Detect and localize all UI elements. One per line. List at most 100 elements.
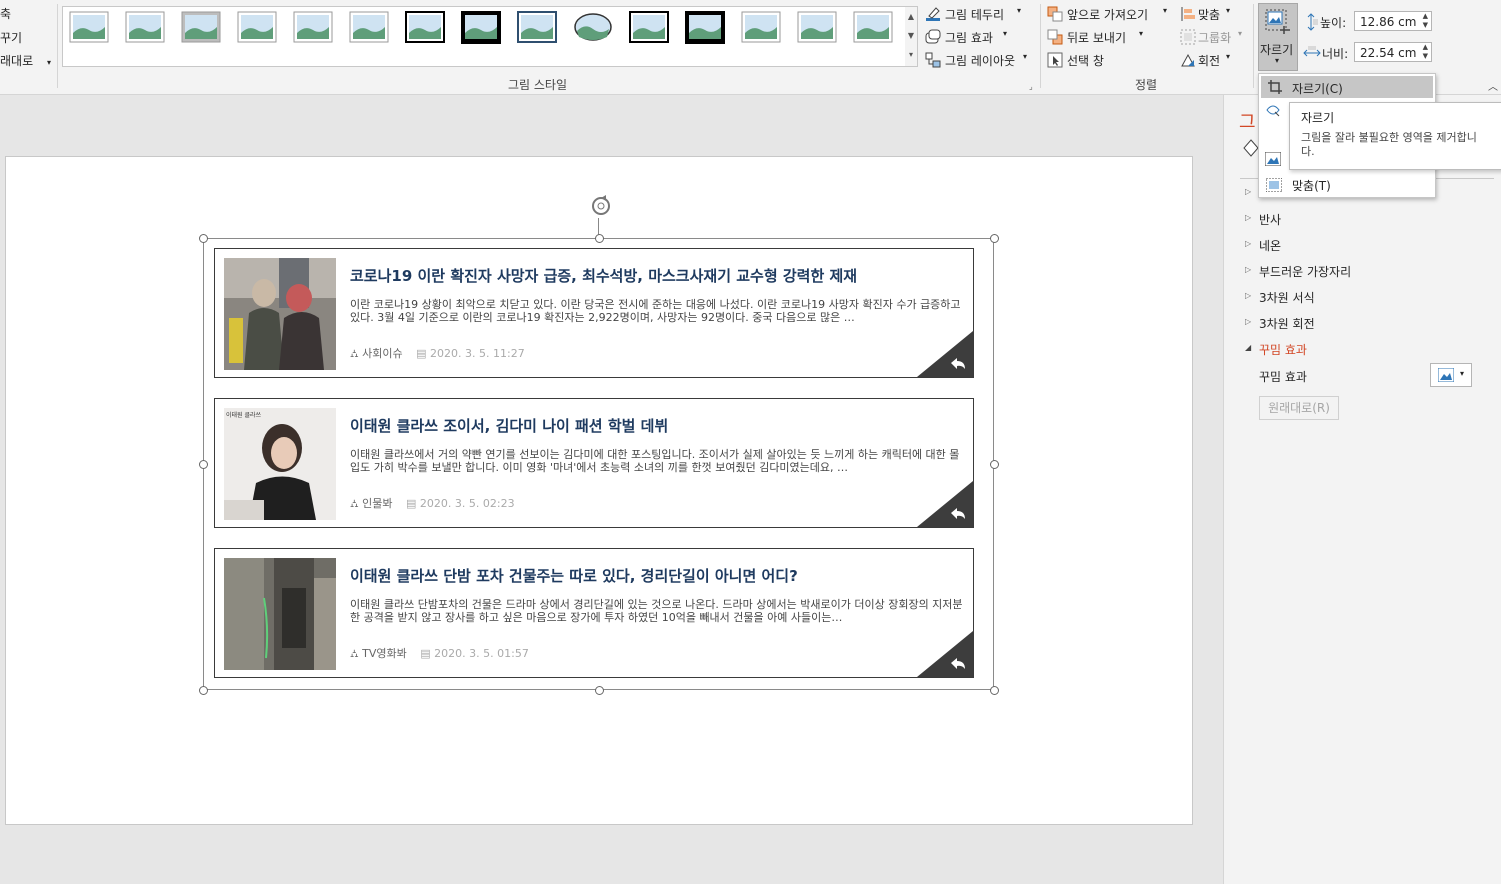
picture-style-option[interactable] xyxy=(797,11,837,45)
picture-style-preview-icon xyxy=(797,11,837,43)
width-label: 너비: xyxy=(1322,47,1349,61)
gallery-up-icon[interactable]: ▲ xyxy=(905,7,917,26)
post-excerpt: 이란 코로나19 상황이 최악으로 치닫고 있다. 이란 당국은 전시에 준하는… xyxy=(350,298,961,324)
picture-style-option[interactable] xyxy=(461,11,501,45)
picture-style-option[interactable] xyxy=(853,11,893,45)
picture-style-preview-icon xyxy=(349,11,389,43)
pane-section-3d-rotation[interactable]: 3차원 회전 xyxy=(1259,315,1315,332)
post-thumbnail-image xyxy=(224,558,336,670)
send-backward-button[interactable]: 뒤로 보내기 ▾ xyxy=(1047,29,1143,47)
align-button[interactable]: 맞춤 ▾ xyxy=(1180,6,1230,24)
picture-style-gallery[interactable] xyxy=(62,6,908,67)
crop-dropdown-arrow-icon[interactable]: ▾ xyxy=(1275,56,1279,65)
fill-line-icon[interactable] xyxy=(1243,139,1259,157)
picture-style-preview-icon xyxy=(853,11,893,43)
pane-section-3d-format[interactable]: 3차원 서식 xyxy=(1259,289,1315,306)
crop-tooltip: 자르기 그림을 잘라 불필요한 영역을 제거합니다. xyxy=(1289,102,1501,170)
resize-handle-left[interactable] xyxy=(199,460,208,469)
post-card: 코로나19 이란 확진자 사망자 급증, 최수석방, 마스크사재기 교수형 강력… xyxy=(214,248,974,378)
picture-layout-button[interactable]: 그림 레이아웃 ▾ xyxy=(925,52,1027,70)
group-button[interactable]: 그룹화 ▾ xyxy=(1180,29,1242,47)
tooltip-body: 그림을 잘라 불필요한 영역을 제거합니다. xyxy=(1301,131,1477,158)
pane-section-artistic-effects[interactable]: 꾸밈 효과 xyxy=(1259,341,1307,358)
post-meta: ⛼ 사회이슈 ▤ 2020. 3. 5. 11:27 xyxy=(350,345,525,362)
picture-style-preview-icon xyxy=(629,11,669,43)
pane-section-glow[interactable]: 네온 xyxy=(1259,237,1281,254)
menu-item-fit[interactable]: 맞춤(T) xyxy=(1261,174,1433,196)
bring-forward-button[interactable]: 앞으로 가져오기 ▾ xyxy=(1047,6,1167,24)
crop-button[interactable]: 자르기 ▾ xyxy=(1258,3,1298,71)
post-category[interactable]: TV영화봐 xyxy=(362,647,407,660)
picture-style-option[interactable] xyxy=(517,11,557,45)
reset-button[interactable]: 원래대로(R) xyxy=(1259,396,1339,420)
crop-to-shape-icon[interactable] xyxy=(1265,102,1281,118)
reply-icon[interactable] xyxy=(917,481,973,527)
picture-style-preview-icon xyxy=(181,11,221,43)
post-card: 이태원 클라쓰 단밤 포차 건물주는 따로 있다, 경리단길이 아니면 어디? … xyxy=(214,548,974,678)
picture-style-option[interactable] xyxy=(685,11,725,45)
resize-handle-top[interactable] xyxy=(595,234,604,243)
picture-style-option[interactable] xyxy=(69,11,109,45)
dialog-launcher-icon[interactable]: ⌟ xyxy=(1029,82,1033,91)
post-category[interactable]: 인물봐 xyxy=(362,497,392,510)
picture-style-option[interactable] xyxy=(181,11,221,45)
post-title[interactable]: 코로나19 이란 확진자 사망자 급증, 최수석방, 마스크사재기 교수형 강력… xyxy=(350,265,857,286)
picture-style-option[interactable] xyxy=(629,11,669,45)
pane-section-reflection[interactable]: 반사 xyxy=(1259,211,1281,228)
post-date: 2020. 3. 5. 11:27 xyxy=(430,347,525,360)
ribbon-partial-item-1[interactable]: 축 xyxy=(0,5,11,22)
width-input[interactable]: 22.54 cm ▲ ▼ xyxy=(1354,42,1432,62)
menu-item-crop[interactable]: 자르기(C) xyxy=(1261,76,1433,98)
gallery-more-icon[interactable]: ▾ xyxy=(905,45,917,64)
picture-style-option[interactable] xyxy=(405,11,445,45)
fit-icon xyxy=(1266,178,1282,192)
layout-icon xyxy=(925,52,941,68)
tooltip-title: 자르기 xyxy=(1301,111,1335,125)
post-excerpt: 이태원 클라쓰에서 거의 약빤 연기를 선보이는 김다미에 대한 포스팅입니다.… xyxy=(350,448,960,474)
picture-style-option[interactable] xyxy=(293,11,333,45)
picture-style-option[interactable] xyxy=(741,11,781,45)
selection-pane-button[interactable]: 선택 창 xyxy=(1047,52,1104,70)
align-icon xyxy=(1181,7,1195,21)
picture-border-button[interactable]: 그림 테두리 ▾ xyxy=(925,6,1021,24)
rotate-button[interactable]: 회전 ▾ xyxy=(1180,52,1230,70)
collapse-ribbon-icon[interactable]: ︿ xyxy=(1488,78,1498,93)
picture-style-option[interactable] xyxy=(349,11,389,45)
picture-style-preview-icon xyxy=(574,13,612,41)
calendar-icon: ▤ xyxy=(406,497,417,510)
artistic-effects-dropdown[interactable]: ▾ xyxy=(1430,363,1472,387)
post-category[interactable]: 사회이슈 xyxy=(362,347,402,360)
ribbon-partial-item-3[interactable]: 래대로 ▾ xyxy=(0,52,51,69)
resize-handle-top-right[interactable] xyxy=(990,234,999,243)
pencil-icon xyxy=(926,7,940,21)
reply-icon[interactable] xyxy=(917,631,973,677)
reply-icon[interactable] xyxy=(917,331,973,377)
picture-effects-button[interactable]: 그림 효과 ▾ xyxy=(925,29,1007,47)
height-input[interactable]: 12.86 cm ▲ ▼ xyxy=(1354,11,1432,31)
pane-section-soft-edges[interactable]: 부드러운 가장자리 xyxy=(1259,263,1351,280)
resize-handle-bottom-right[interactable] xyxy=(990,686,999,695)
resize-handle-top-left[interactable] xyxy=(199,234,208,243)
crop-icon xyxy=(1265,9,1290,34)
post-thumbnail-image xyxy=(224,258,336,370)
picture-style-preview-icon xyxy=(685,11,725,44)
post-title[interactable]: 이태원 클라쓰 단밤 포차 건물주는 따로 있다, 경리단길이 아니면 어디? xyxy=(350,565,798,586)
aspect-ratio-icon[interactable] xyxy=(1265,152,1281,166)
picture-style-option[interactable] xyxy=(125,11,165,45)
resize-handle-bottom-left[interactable] xyxy=(199,686,208,695)
post-meta: ⛼ TV영화봐 ▤ 2020. 3. 5. 01:57 xyxy=(350,645,529,662)
picture-style-option[interactable] xyxy=(573,11,613,45)
group-label-arrange: 정렬 xyxy=(1135,78,1158,92)
group-icon xyxy=(1180,29,1196,45)
gallery-scroll[interactable]: ▲ ▼ ▾ xyxy=(905,6,918,67)
resize-handle-right[interactable] xyxy=(990,460,999,469)
picture-style-option[interactable] xyxy=(237,11,277,45)
resize-handle-bottom[interactable] xyxy=(595,686,604,695)
calendar-icon: ▤ xyxy=(416,347,427,360)
rotate-handle-icon[interactable] xyxy=(588,194,614,220)
gallery-down-icon[interactable]: ▼ xyxy=(905,26,917,45)
effects-icon xyxy=(925,29,941,44)
post-title[interactable]: 이태원 클라쓰 조이서, 김다미 나이 패션 학벌 데뷔 xyxy=(350,415,668,436)
ribbon-partial-item-2[interactable]: 꾸기 xyxy=(0,29,22,46)
photo-caption: 이태원 클라쓰 xyxy=(226,412,262,419)
